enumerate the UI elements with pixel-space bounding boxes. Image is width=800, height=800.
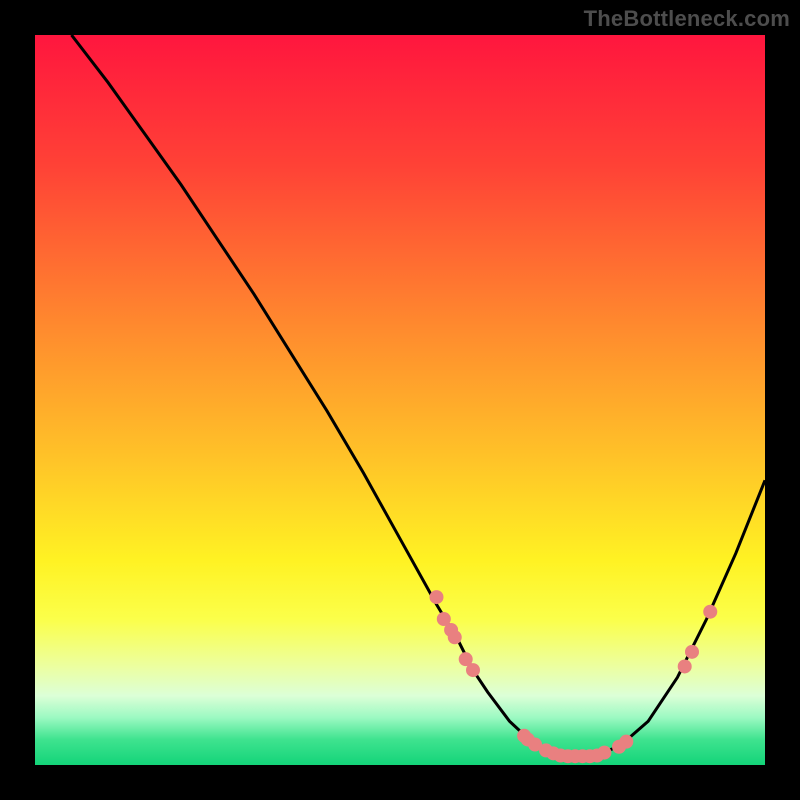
watermark-text: TheBottleneck.com [584, 6, 790, 32]
data-point [678, 659, 692, 673]
plot-area [35, 35, 765, 765]
data-point [685, 645, 699, 659]
gradient-background [35, 35, 765, 765]
data-point [619, 735, 633, 749]
chart-stage: TheBottleneck.com [0, 0, 800, 800]
bottleneck-curve-chart [35, 35, 765, 765]
data-point [430, 590, 444, 604]
data-point [703, 605, 717, 619]
data-point [597, 746, 611, 760]
data-point [448, 630, 462, 644]
data-point [466, 663, 480, 677]
